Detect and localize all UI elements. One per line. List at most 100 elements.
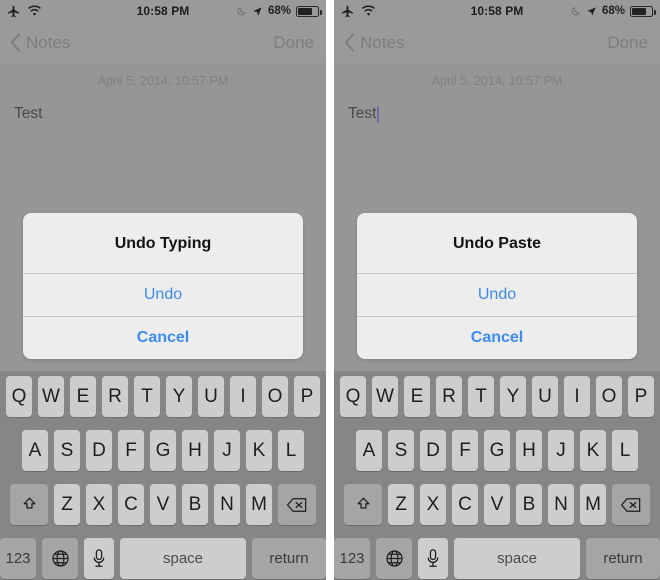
key-g[interactable]: G <box>484 430 510 471</box>
alert-cancel-button[interactable]: Cancel <box>23 316 303 359</box>
onscreen-keyboard: Q W E R T Y U I O P A S D F G H J K L Z … <box>0 371 326 580</box>
key-i[interactable]: I <box>230 376 256 417</box>
shift-key[interactable] <box>10 484 48 525</box>
key-v[interactable]: V <box>484 484 510 525</box>
key-q[interactable]: Q <box>6 376 32 417</box>
chevron-left-icon <box>344 33 355 52</box>
key-k[interactable]: K <box>246 430 272 471</box>
key-y[interactable]: Y <box>166 376 192 417</box>
backspace-key[interactable] <box>612 484 650 525</box>
backspace-key[interactable] <box>278 484 316 525</box>
key-c[interactable]: C <box>452 484 478 525</box>
navigation-bar: Notes Done <box>0 22 326 63</box>
key-a[interactable]: A <box>356 430 382 471</box>
numbers-key[interactable]: 123 <box>0 538 36 579</box>
chevron-left-icon <box>10 33 21 52</box>
key-j[interactable]: J <box>548 430 574 471</box>
note-text-field[interactable]: Test <box>0 88 326 123</box>
numbers-key[interactable]: 123 <box>334 538 370 579</box>
key-t[interactable]: T <box>468 376 494 417</box>
undo-alert-dialog: Undo Typing Undo Cancel <box>23 213 303 359</box>
alert-cancel-button[interactable]: Cancel <box>357 316 637 359</box>
battery-icon <box>296 5 322 17</box>
done-button[interactable]: Done <box>273 33 314 53</box>
alert-undo-button[interactable]: Undo <box>357 273 637 316</box>
key-q[interactable]: Q <box>340 376 366 417</box>
keyboard-row-2: A S D F G H J K L <box>0 429 326 472</box>
key-y[interactable]: Y <box>500 376 526 417</box>
key-f[interactable]: F <box>118 430 144 471</box>
phone-screen-right: 10:58 PM 68% Notes Done April 5, 2014, 1… <box>334 0 660 580</box>
alert-title: Undo Typing <box>114 235 212 252</box>
key-n[interactable]: N <box>214 484 240 525</box>
text-caret <box>377 105 380 123</box>
return-key[interactable]: return <box>252 538 326 579</box>
globe-key[interactable] <box>42 538 78 579</box>
key-c[interactable]: C <box>118 484 144 525</box>
key-a[interactable]: A <box>22 430 48 471</box>
key-h[interactable]: H <box>182 430 208 471</box>
key-o[interactable]: O <box>262 376 288 417</box>
key-d[interactable]: D <box>86 430 112 471</box>
key-p[interactable]: P <box>628 376 654 417</box>
microphone-icon <box>92 549 106 568</box>
dictation-key[interactable] <box>418 538 448 579</box>
key-r[interactable]: R <box>436 376 462 417</box>
key-m[interactable]: M <box>580 484 606 525</box>
key-m[interactable]: M <box>246 484 272 525</box>
key-u[interactable]: U <box>532 376 558 417</box>
key-b[interactable]: B <box>182 484 208 525</box>
space-key[interactable]: space <box>120 538 246 579</box>
note-date: April 5, 2014, 10:57 PM <box>97 74 229 88</box>
back-button-label: Notes <box>26 32 71 52</box>
back-button[interactable]: Notes <box>344 33 404 53</box>
key-r[interactable]: R <box>102 376 128 417</box>
key-n[interactable]: N <box>548 484 574 525</box>
key-l[interactable]: L <box>612 430 638 471</box>
key-f[interactable]: F <box>452 430 478 471</box>
status-bar: 10:58 PM 68% <box>0 0 326 22</box>
done-button[interactable]: Done <box>607 33 648 53</box>
key-d[interactable]: D <box>420 430 446 471</box>
key-s[interactable]: S <box>54 430 80 471</box>
space-key[interactable]: space <box>454 538 580 579</box>
dictation-key[interactable] <box>84 538 114 579</box>
key-t[interactable]: T <box>134 376 160 417</box>
key-h[interactable]: H <box>516 430 542 471</box>
key-u[interactable]: U <box>198 376 224 417</box>
key-j[interactable]: J <box>214 430 240 471</box>
screenshot-root: 10:58 PM 68% Notes Done April 5, 2014, 1… <box>0 0 660 580</box>
note-date: April 5, 2014, 10:57 PM <box>431 74 563 88</box>
globe-icon <box>51 549 70 568</box>
key-b[interactable]: B <box>516 484 542 525</box>
key-s[interactable]: S <box>388 430 414 471</box>
key-x[interactable]: X <box>420 484 446 525</box>
location-arrow-icon <box>586 6 597 17</box>
shift-key[interactable] <box>344 484 382 525</box>
undo-alert-dialog: Undo Paste Undo Cancel <box>357 213 637 359</box>
key-p[interactable]: P <box>294 376 320 417</box>
note-text: Test <box>348 105 377 122</box>
return-key[interactable]: return <box>586 538 660 579</box>
key-v[interactable]: V <box>150 484 176 525</box>
globe-key[interactable] <box>376 538 412 579</box>
key-w[interactable]: W <box>372 376 398 417</box>
key-e[interactable]: E <box>70 376 96 417</box>
shift-arrow-icon <box>355 496 372 513</box>
location-arrow-icon <box>252 6 263 17</box>
key-o[interactable]: O <box>596 376 622 417</box>
key-z[interactable]: Z <box>54 484 80 525</box>
back-button[interactable]: Notes <box>10 33 70 53</box>
alert-undo-button[interactable]: Undo <box>23 273 303 316</box>
key-w[interactable]: W <box>38 376 64 417</box>
key-e[interactable]: E <box>404 376 430 417</box>
key-l[interactable]: L <box>278 430 304 471</box>
key-g[interactable]: G <box>150 430 176 471</box>
status-right-icons: 68% <box>570 0 656 22</box>
key-k[interactable]: K <box>580 430 606 471</box>
note-text-field[interactable]: Test <box>334 88 660 123</box>
key-x[interactable]: X <box>86 484 112 525</box>
key-z[interactable]: Z <box>388 484 414 525</box>
keyboard-row-4: 123 space return <box>334 537 660 580</box>
key-i[interactable]: I <box>564 376 590 417</box>
